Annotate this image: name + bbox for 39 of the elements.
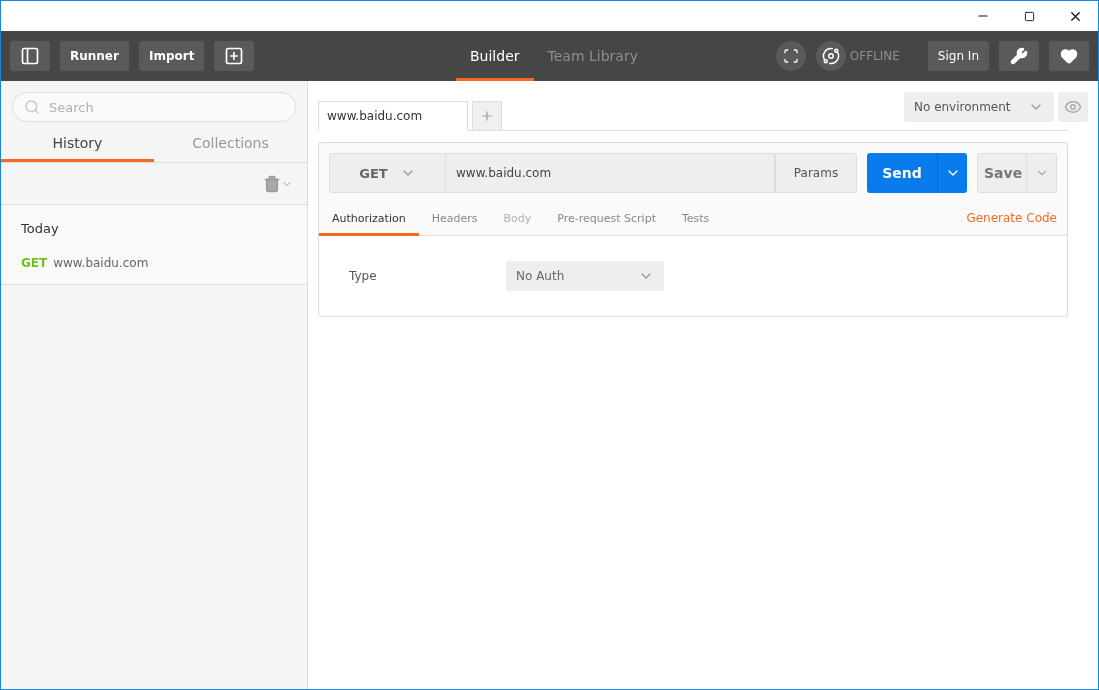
toolbar-button[interactable]: Import bbox=[138, 41, 205, 71]
request-tab[interactable]: Pre-request Script bbox=[544, 203, 669, 236]
interceptor-icon[interactable] bbox=[775, 41, 806, 71]
request-tab[interactable]: Tests bbox=[668, 203, 723, 236]
trash-icon[interactable] bbox=[263, 174, 293, 193]
orbit-icon bbox=[821, 47, 840, 65]
sync-icon[interactable] bbox=[815, 41, 846, 71]
request-tab[interactable]: Headers bbox=[418, 203, 491, 236]
save-button[interactable]: Save bbox=[977, 153, 1027, 193]
url-field[interactable]: www.baidu.com bbox=[446, 153, 775, 193]
wrench-icon bbox=[1010, 47, 1028, 65]
method-dropdown[interactable]: GET bbox=[329, 153, 446, 193]
auth-type-label: Type bbox=[349, 269, 378, 283]
history-group-label: Today bbox=[21, 221, 60, 236]
plus-icon bbox=[480, 109, 494, 123]
request-tab[interactable]: www.baidu.com bbox=[318, 101, 468, 131]
heart-button[interactable] bbox=[1049, 41, 1089, 71]
target-icon bbox=[782, 48, 799, 64]
maximize-icon bbox=[1023, 10, 1035, 22]
search-field[interactable]: Search bbox=[12, 92, 296, 122]
nav-tab[interactable]: Team Library bbox=[533, 31, 652, 81]
generate-code-link[interactable]: Generate Code bbox=[966, 211, 1057, 225]
new-window-icon bbox=[224, 46, 245, 66]
heart-icon bbox=[1060, 47, 1078, 65]
sidebar-tab[interactable]: History bbox=[1, 126, 154, 162]
send-button[interactable]: Send bbox=[867, 153, 937, 193]
environment-dropdown[interactable]: No environment bbox=[904, 91, 1054, 122]
params-button[interactable]: Params bbox=[775, 153, 857, 193]
sidebar-toggle-button[interactable] bbox=[10, 41, 50, 71]
send-options-button[interactable] bbox=[937, 153, 967, 193]
toolbar-button[interactable]: Runner bbox=[60, 41, 129, 71]
search-icon bbox=[24, 99, 40, 115]
sidebar-icon bbox=[20, 46, 40, 66]
sync-status: OFFLINE bbox=[849, 49, 900, 63]
history-item[interactable]: GET www.baidu.com bbox=[21, 256, 287, 270]
auth-type-dropdown[interactable]: No Auth bbox=[506, 261, 664, 291]
new-window-button[interactable] bbox=[214, 41, 255, 71]
sign-in-button[interactable]: Sign In bbox=[927, 41, 989, 71]
settings-button[interactable] bbox=[999, 41, 1039, 71]
